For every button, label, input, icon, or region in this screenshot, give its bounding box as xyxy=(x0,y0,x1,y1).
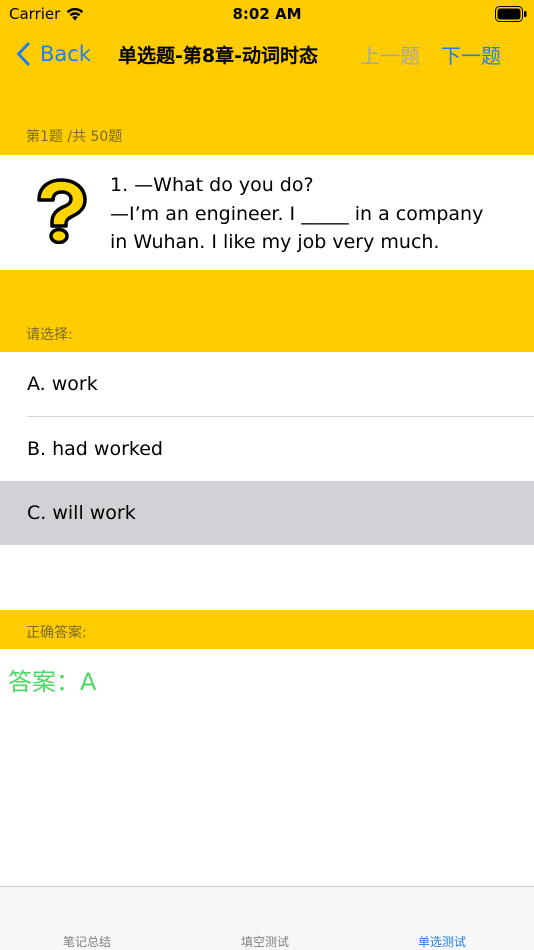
option-label: C. will work xyxy=(27,502,136,524)
navigation-bar: Back 单选题-第8章-动词时态 上一题 下一题 xyxy=(0,28,534,80)
options-list: A. work B. had worked C. will work xyxy=(0,352,534,610)
question-progress: 第1题 /共 50题 xyxy=(26,129,123,145)
page-title: 单选题-第8章-动词时态 xyxy=(118,45,318,67)
question-card: 1. —What do you do? —I’m an engineer. I … xyxy=(0,155,534,270)
tab-notes-summary[interactable]: 笔记总结 xyxy=(63,933,111,950)
choose-header: 请选择: xyxy=(26,327,73,343)
clock-time: 8:02 AM xyxy=(232,5,302,23)
correct-answer-header: 正确答案: xyxy=(26,625,87,641)
option-a[interactable]: A. work xyxy=(0,352,534,416)
option-label: B. had worked xyxy=(27,438,163,460)
battery-icon xyxy=(495,6,527,22)
status-bar: Carrier 8:02 AM xyxy=(0,0,534,28)
question-line: in Wuhan. I like my job very much. xyxy=(110,231,440,253)
option-c[interactable]: C. will work xyxy=(0,481,534,545)
option-label: A. work xyxy=(27,373,98,395)
tab-bar: 笔记总结 填空测试 单选测试 xyxy=(0,886,534,950)
chevron-left-icon xyxy=(17,42,30,66)
question-mark-icon xyxy=(37,178,87,244)
question-text: 1. —What do you do? —I’m an engineer. I … xyxy=(110,171,520,257)
tab-single-choice-test[interactable]: 单选测试 xyxy=(418,933,466,950)
question-line: 1. —What do you do? xyxy=(110,174,314,196)
back-button-label: Back xyxy=(40,42,91,66)
correct-answer-text: 答案：A xyxy=(8,668,97,696)
option-b[interactable]: B. had worked xyxy=(0,417,534,481)
next-question-button[interactable]: 下一题 xyxy=(441,40,501,69)
tab-fill-blank-test[interactable]: 填空测试 xyxy=(241,933,289,950)
question-line: —I’m an engineer. I _____ in a company xyxy=(110,202,484,225)
back-button[interactable]: Back xyxy=(16,39,91,69)
previous-question-button[interactable]: 上一题 xyxy=(360,40,420,69)
answer-area: 答案：A xyxy=(0,649,534,886)
